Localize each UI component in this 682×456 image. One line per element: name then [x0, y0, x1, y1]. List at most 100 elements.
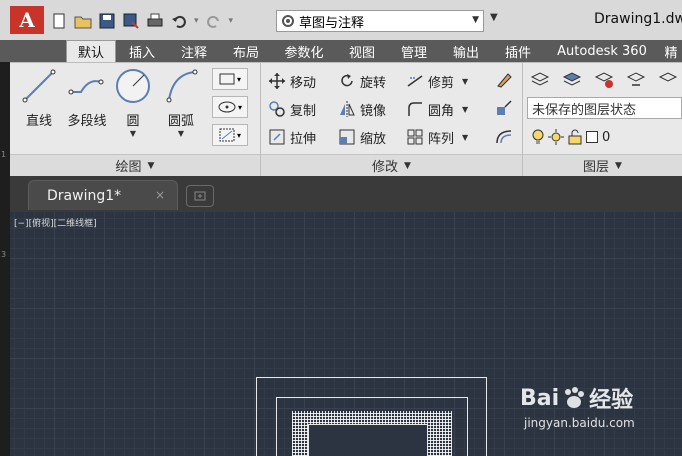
undo-dropdown-icon[interactable]: ▾	[194, 16, 199, 26]
document-title: Drawing1.dw	[594, 11, 682, 27]
customize-toolbar-icon[interactable]: ▼	[490, 12, 498, 23]
tab-parametric[interactable]: 参数化	[276, 40, 332, 62]
title-bar: A ▾ ▾ 草图与注释 ▼ ▼ Drawing1.dw	[0, 0, 682, 40]
tab-featured[interactable]: 精	[660, 40, 682, 62]
polyline-label: 多段线	[67, 114, 107, 129]
hatch-icon	[219, 128, 235, 142]
copy-label: 复制	[290, 103, 317, 119]
stretch-tool[interactable]: 拉伸	[268, 126, 316, 148]
copy-tool[interactable]: 复制	[268, 98, 316, 120]
tab-insert[interactable]: 插入	[120, 40, 164, 62]
paw-icon	[565, 387, 585, 408]
layer-panel-title: 图层	[583, 160, 610, 175]
tab-view[interactable]: 视图	[340, 40, 384, 62]
save-as-icon[interactable]	[122, 12, 140, 30]
workspace-dropdown[interactable]: 草图与注释 ▼	[276, 10, 484, 32]
line-icon	[16, 66, 62, 106]
current-layer-dropdown[interactable]: 0	[532, 126, 610, 148]
application-menu-button[interactable]: A	[10, 6, 44, 34]
layer-match-icon[interactable]	[594, 70, 614, 90]
open-folder-icon[interactable]	[74, 12, 92, 30]
layer-panel-footer[interactable]: 图层 ▼	[523, 154, 682, 176]
scale-icon	[339, 129, 355, 145]
circle-tool[interactable]: 圆 ▼	[110, 66, 156, 138]
scale-tool[interactable]: 缩放	[338, 126, 386, 148]
new-file-icon[interactable]	[50, 12, 68, 30]
rectangle-icon	[219, 73, 235, 85]
tab-manage[interactable]: 管理	[392, 40, 436, 62]
rectangle-button[interactable]: ▾	[212, 68, 248, 90]
hatch-button[interactable]: ▾	[212, 124, 248, 146]
ellipse-icon	[218, 101, 236, 113]
set-layer-icon[interactable]	[562, 70, 582, 90]
chevron-down-icon[interactable]: ▼	[462, 105, 468, 114]
stretch-icon	[269, 129, 285, 145]
undo-icon[interactable]	[170, 12, 188, 30]
stretch-label: 拉伸	[290, 131, 317, 147]
tab-annotate[interactable]: 注释	[172, 40, 216, 62]
arc-tool[interactable]: 圆弧 ▼	[158, 66, 204, 138]
layer-properties-icon[interactable]	[530, 70, 550, 90]
left-edge	[0, 62, 10, 456]
array-icon	[407, 129, 423, 145]
chevron-down-icon[interactable]: ▼	[462, 77, 468, 86]
print-icon[interactable]	[146, 12, 164, 30]
trim-tool[interactable]: 修剪 ▼	[406, 70, 468, 92]
edge-marker: 3	[1, 250, 7, 259]
current-layer-name: 0	[602, 129, 611, 145]
draw-panel-title: 绘图	[115, 160, 142, 175]
plus-icon	[194, 191, 206, 201]
array-tool[interactable]: 阵列 ▼	[406, 126, 468, 148]
arc-icon	[158, 66, 204, 106]
line-tool[interactable]: 直线	[16, 66, 62, 129]
explode-icon[interactable]	[494, 98, 514, 118]
layer-state-dropdown[interactable]: 未保存的图层状态	[527, 97, 682, 119]
polyline-tool[interactable]: 多段线	[62, 66, 112, 129]
offset-icon[interactable]	[494, 126, 514, 146]
polyline-icon	[62, 66, 112, 106]
ellipse-button[interactable]: ▾	[212, 96, 248, 118]
fillet-tool[interactable]: 圆角 ▼	[406, 98, 468, 120]
watermark-brand-right: 经验	[589, 388, 634, 413]
unlock-icon	[568, 129, 582, 145]
tab-default[interactable]: 默认	[66, 40, 116, 62]
watermark-logo: Bai 经验	[520, 382, 670, 414]
watermark-url: jingyan.baidu.com	[524, 416, 635, 430]
fillet-label: 圆角	[428, 103, 455, 119]
redo-icon[interactable]	[205, 12, 223, 30]
close-icon[interactable]: ×	[155, 188, 165, 202]
tab-plugins[interactable]: 插件	[496, 40, 540, 62]
mirror-icon	[340, 101, 355, 117]
mirror-tool[interactable]: 镜像	[338, 98, 386, 120]
file-tab-name: Drawing1*	[47, 187, 122, 204]
chevron-down-icon[interactable]: ▼	[110, 129, 156, 138]
circle-label: 圆	[126, 114, 140, 129]
quick-access-toolbar: ▾ ▾	[50, 10, 233, 32]
move-tool[interactable]: 移动	[268, 70, 316, 92]
modify-panel-footer[interactable]: 修改 ▼	[261, 154, 522, 176]
file-tab-drawing1[interactable]: Drawing1* ×	[28, 180, 178, 210]
layer-previous-icon[interactable]	[626, 70, 646, 90]
layer-color-swatch	[586, 131, 598, 143]
chevron-down-icon: ▼	[472, 15, 479, 25]
sun-icon	[548, 129, 564, 145]
mirror-label: 镜像	[360, 103, 387, 119]
rotate-tool[interactable]: 旋转	[338, 70, 386, 92]
draw-panel-footer[interactable]: 绘图 ▼	[10, 154, 260, 176]
layer-isolate-icon[interactable]	[658, 70, 678, 90]
move-label: 移动	[290, 75, 317, 91]
chevron-down-icon[interactable]: ▼	[462, 133, 468, 142]
viewport-controls-label[interactable]: [−][俯视][二维线框]	[14, 216, 97, 229]
tab-autodesk-360[interactable]: Autodesk 360	[548, 40, 656, 62]
inner-rectangle	[308, 424, 428, 456]
save-icon[interactable]	[98, 12, 116, 30]
copy-icon	[269, 101, 285, 117]
redo-dropdown-icon[interactable]: ▾	[229, 16, 234, 26]
tab-layout[interactable]: 布局	[224, 40, 268, 62]
trim-label: 修剪	[428, 75, 455, 91]
tab-output[interactable]: 输出	[444, 40, 488, 62]
erase-icon[interactable]	[494, 70, 514, 90]
chevron-down-icon[interactable]: ▼	[158, 129, 204, 138]
new-tab-button[interactable]	[186, 185, 214, 207]
watermark-brand-left: Bai	[520, 385, 560, 411]
